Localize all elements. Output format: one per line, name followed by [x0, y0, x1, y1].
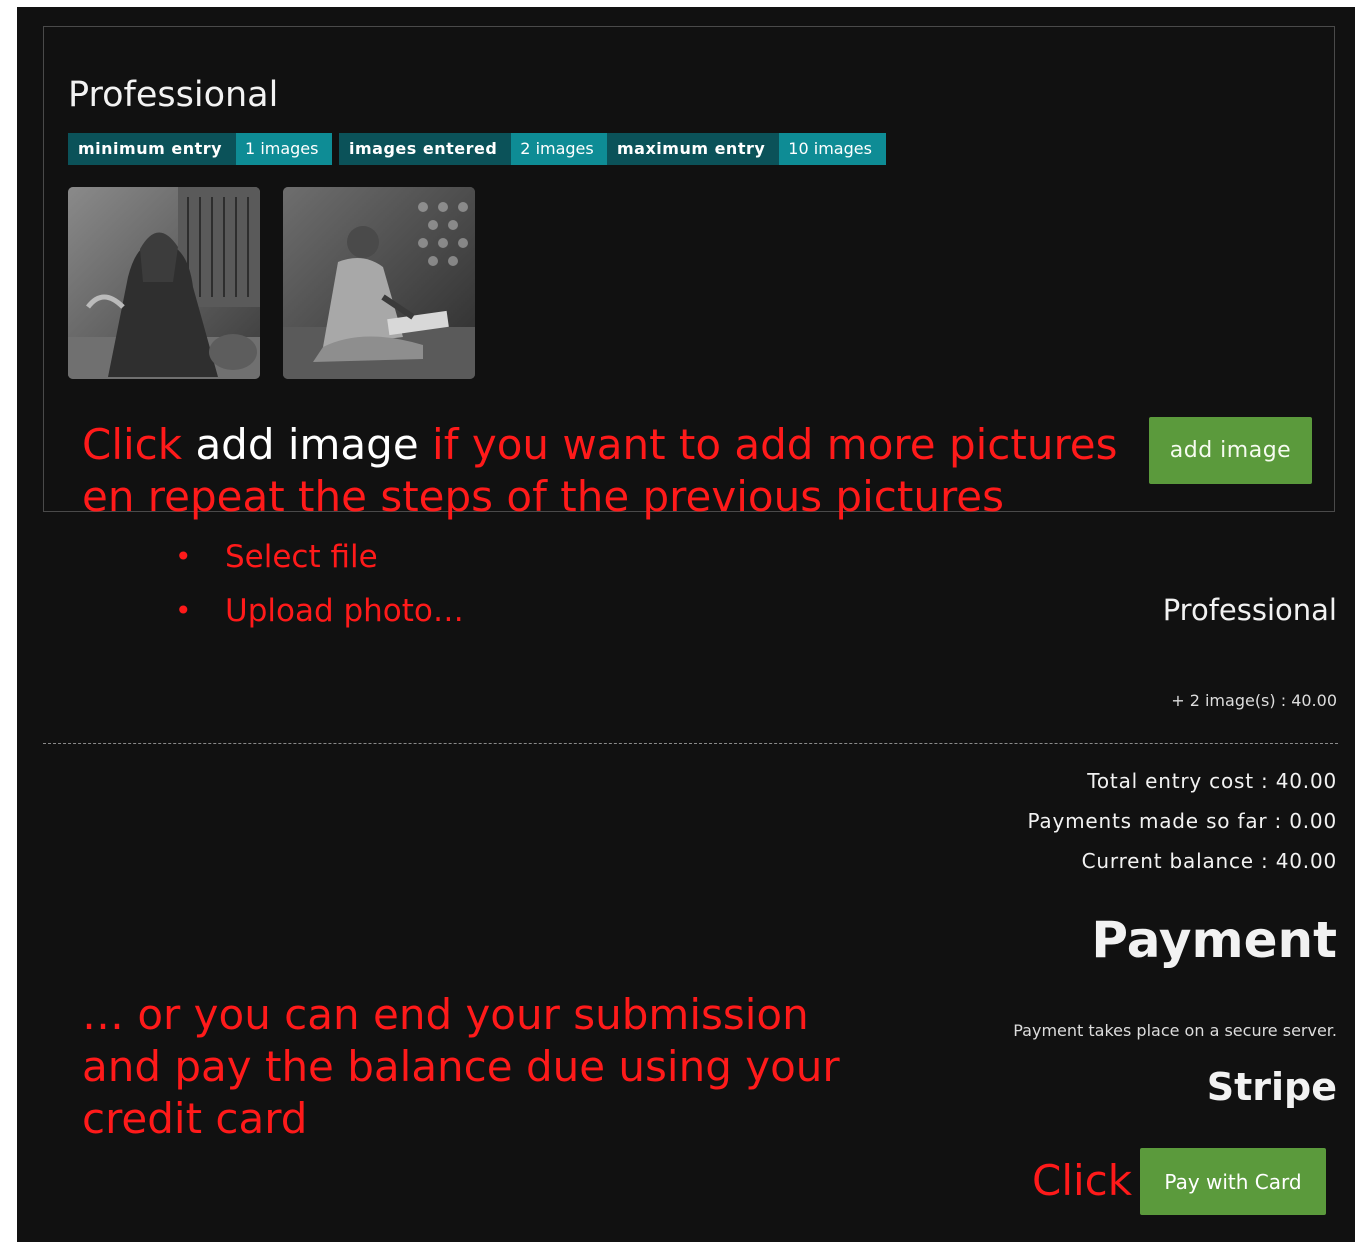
summary-image-line: + 2 image(s) : 40.00 [1171, 691, 1337, 710]
annotation-add-image: Click add image if you want to add more … [82, 419, 1118, 523]
annotation-end-submission: … or you can end your submission and pay… [82, 989, 840, 1145]
annotation-click-word: Click [82, 420, 183, 469]
annotation-line-1: Click add image if you want to add more … [82, 419, 1118, 471]
annotation-end-line: credit card [82, 1094, 308, 1143]
badge-value: 10 images [779, 133, 886, 165]
badge-value: 2 images [511, 133, 608, 165]
images-entered-badge: images entered 2 images [339, 133, 608, 165]
current-balance: Current balance : 40.00 [1081, 849, 1337, 873]
annotation-end-line: and pay the balance due using your [82, 1042, 840, 1091]
category-title: Professional [68, 75, 279, 115]
bullet-dot-icon: • [175, 540, 192, 573]
badge-label: maximum entry [607, 133, 780, 165]
stripe-heading: Stripe [1206, 1065, 1337, 1109]
add-image-button[interactable]: add image [1149, 417, 1312, 484]
photo-girl-writing [283, 187, 475, 379]
badge-label: minimum entry [68, 133, 237, 165]
maximum-entry-badge: maximum entry 10 images [607, 133, 886, 165]
annotation-steps-list: • Select file • Upload photo… [175, 534, 464, 642]
secure-server-note: Payment takes place on a secure server. [1013, 1021, 1337, 1040]
annotation-step-text: Select file [225, 539, 378, 575]
page-frame: Professional minimum entry 1 images imag… [17, 7, 1355, 1242]
annotation-step: • Select file [175, 534, 464, 588]
annotation-step-text: Upload photo… [225, 593, 464, 629]
bullet-dot-icon: • [175, 594, 192, 627]
minimum-entry-badge: minimum entry 1 images [68, 133, 333, 165]
payments-made: Payments made so far : 0.00 [1027, 809, 1337, 833]
summary-category-title: Professional [1162, 593, 1337, 627]
annotation-end-line: … or you can end your submission [82, 990, 809, 1039]
photo-elderly-woman [68, 187, 260, 379]
thumbnail-girl-writing[interactable] [283, 187, 475, 379]
annotation-click-pay: Click [1032, 1156, 1133, 1205]
annotation-line-1-rest: if you want to add more pictures [432, 420, 1118, 469]
total-entry-cost: Total entry cost : 40.00 [1087, 769, 1337, 793]
badge-value: 1 images [236, 133, 333, 165]
annotation-add-image-highlight: add image [195, 420, 419, 469]
payment-heading: Payment [1091, 911, 1337, 969]
pay-with-card-button[interactable]: Pay with Card [1140, 1148, 1326, 1215]
summary-divider [43, 743, 1338, 744]
annotation-line-2: en repeat the steps of the previous pict… [82, 472, 1005, 521]
badge-label: images entered [339, 133, 512, 165]
thumbnail-elderly-woman[interactable] [68, 187, 260, 379]
annotation-step: • Upload photo… [175, 588, 464, 642]
